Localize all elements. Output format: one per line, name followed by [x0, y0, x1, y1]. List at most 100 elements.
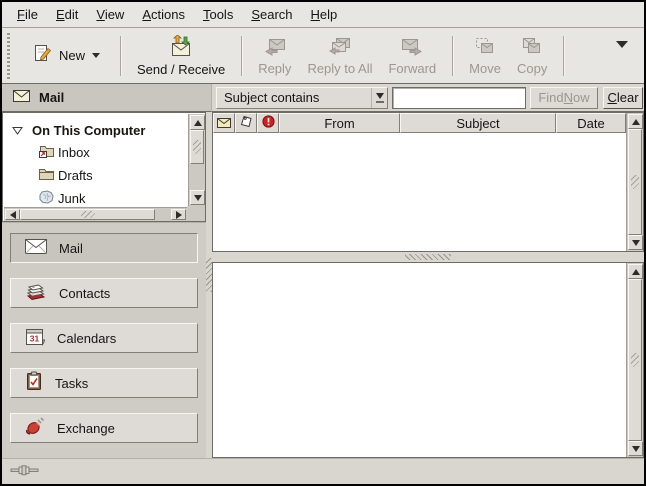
expander-open-icon[interactable]: [12, 123, 23, 138]
preview-body: [213, 263, 626, 457]
search-input[interactable]: [392, 87, 526, 109]
preview-pane: [212, 262, 644, 458]
folder-icon: [38, 167, 55, 184]
scrollbar-thumb[interactable]: [190, 130, 204, 164]
reply-button[interactable]: Reply: [250, 31, 299, 81]
tree-item-junk[interactable]: Junk: [4, 187, 187, 206]
shortcut-contacts-button[interactable]: Contacts: [10, 278, 198, 308]
send-receive-button[interactable]: Send / Receive: [129, 31, 233, 81]
menu-help[interactable]: Help: [302, 3, 347, 26]
move-label: Move: [469, 61, 501, 76]
menu-file[interactable]: File: [8, 3, 47, 26]
vertical-splitter[interactable]: [206, 112, 212, 458]
message-list: From Subject Date: [213, 113, 626, 251]
svg-text:31: 31: [30, 333, 40, 343]
shortcut-tasks-button[interactable]: Tasks: [10, 368, 198, 398]
scrollbar-track[interactable]: [190, 130, 204, 190]
column-flag[interactable]: [235, 113, 257, 133]
splitter-grip[interactable]: [405, 254, 451, 260]
preview-scrollbar[interactable]: [626, 263, 643, 457]
shortcut-bar: Mail Contacts: [2, 222, 206, 458]
tree-horizontal-scrollbar[interactable]: [4, 207, 187, 221]
reply-to-all-button[interactable]: Reply to All: [299, 31, 380, 81]
reply-to-all-label: Reply to All: [307, 61, 372, 76]
shortcut-exchange-button[interactable]: Exchange: [10, 413, 198, 443]
search-filter-value: Subject contains: [217, 90, 371, 105]
forward-button[interactable]: Forward: [380, 31, 444, 81]
new-button[interactable]: New: [20, 36, 112, 76]
menu-edit[interactable]: Edit: [47, 3, 87, 26]
tree-root-on-this-computer[interactable]: On This Computer: [4, 119, 187, 141]
reply-icon: [263, 36, 287, 59]
scroll-down-arrow[interactable]: [628, 441, 643, 456]
right-column: From Subject Date: [212, 112, 644, 458]
menu-search[interactable]: Search: [242, 3, 301, 26]
search-bar: Subject contains Find Now Clear: [212, 84, 644, 112]
column-subject[interactable]: Subject: [400, 113, 556, 133]
status-bar: [2, 458, 644, 484]
column-from[interactable]: From: [279, 113, 400, 133]
scrollbar-thumb[interactable]: [20, 209, 155, 220]
scrollbar-thumb[interactable]: [628, 129, 642, 235]
scroll-up-arrow[interactable]: [190, 115, 205, 130]
scroll-left-arrow[interactable]: [5, 209, 20, 220]
tree-root-label: On This Computer: [32, 123, 145, 138]
scroll-up-arrow[interactable]: [628, 264, 643, 279]
evolution-window: File Edit View Actions Tools Search Help…: [0, 0, 646, 486]
message-list-body[interactable]: [213, 133, 626, 251]
toolbar-separator: [563, 36, 564, 76]
menubar: File Edit View Actions Tools Search Help: [2, 2, 644, 28]
send-receive-icon: [168, 35, 194, 60]
inbox-folder-icon: [38, 143, 55, 162]
online-status-plug-icon[interactable]: [10, 464, 40, 479]
dropdown-arrow-icon: [371, 88, 387, 108]
menu-tools[interactable]: Tools: [194, 3, 242, 26]
tree-item-inbox[interactable]: Inbox: [4, 141, 187, 164]
new-button-label: New: [59, 48, 85, 63]
tree-item-drafts[interactable]: Drafts: [4, 164, 187, 187]
toolbar-drag-handle[interactable]: [5, 33, 12, 79]
reply-to-all-icon: [328, 36, 352, 59]
column-date[interactable]: Date: [556, 113, 626, 133]
move-button[interactable]: Move: [461, 31, 509, 81]
shortcut-label: Mail: [59, 241, 83, 256]
scroll-right-arrow[interactable]: [171, 209, 186, 220]
shortcut-mail-button[interactable]: Mail: [10, 233, 198, 263]
tree-vertical-scrollbar[interactable]: [188, 114, 205, 206]
copy-button[interactable]: Copy: [509, 31, 555, 81]
scroll-down-arrow[interactable]: [628, 235, 643, 250]
horizontal-splitter[interactable]: [212, 252, 644, 262]
menu-view[interactable]: View: [87, 3, 133, 26]
toolbar-separator: [120, 36, 121, 76]
menu-actions[interactable]: Actions: [133, 3, 194, 26]
shortcut-calendars-button[interactable]: 31 Calendars: [10, 323, 198, 353]
column-priority[interactable]: [257, 113, 279, 133]
scrollbar-thumb[interactable]: [628, 279, 642, 441]
reply-label: Reply: [258, 61, 291, 76]
scroll-up-arrow[interactable]: [628, 114, 643, 129]
junk-icon: [38, 190, 55, 207]
envelope-icon: [217, 116, 231, 131]
message-list-pane: From Subject Date: [212, 112, 644, 252]
scrollbar-track[interactable]: [628, 129, 642, 235]
find-now-button[interactable]: Find Now: [530, 87, 598, 109]
send-receive-label: Send / Receive: [137, 62, 225, 77]
splitter-grip[interactable]: [206, 258, 212, 292]
new-dropdown-chevron-icon: [92, 53, 100, 58]
shortcut-label: Contacts: [59, 286, 110, 301]
scroll-down-arrow[interactable]: [190, 190, 205, 205]
search-filter-dropdown[interactable]: Subject contains: [216, 87, 388, 109]
header-row: Mail Subject contains Find Now Clear: [2, 84, 644, 112]
toolbar-overflow-chevron[interactable]: [612, 44, 632, 67]
clear-button[interactable]: Clear: [603, 87, 643, 109]
mail-group-header: Mail: [2, 84, 212, 112]
scrollbar-track[interactable]: [155, 209, 171, 220]
scrollbar-track[interactable]: [628, 279, 642, 441]
priority-exclamation-icon: [262, 115, 275, 131]
forward-icon: [400, 36, 424, 59]
mail-icon: [24, 238, 48, 258]
group-header-title: Mail: [39, 90, 64, 105]
column-message-status[interactable]: [213, 113, 235, 133]
tree-item-label: Inbox: [58, 145, 90, 160]
message-list-scrollbar[interactable]: [626, 113, 643, 251]
